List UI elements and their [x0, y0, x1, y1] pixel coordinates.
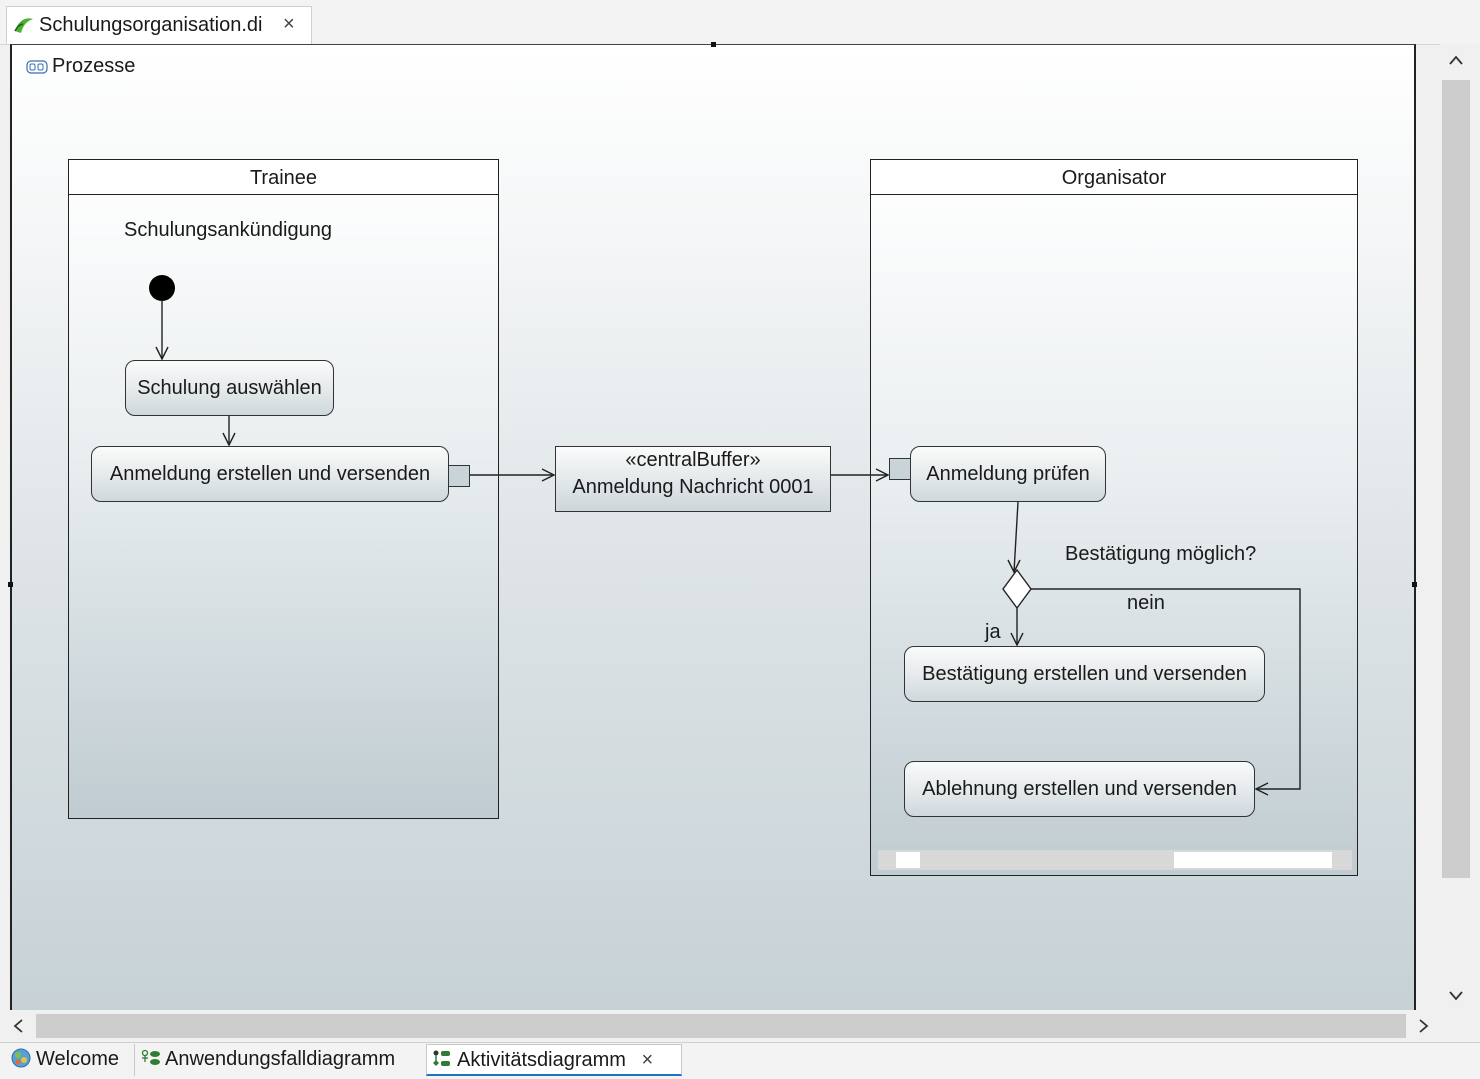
activity-icon: [26, 60, 48, 74]
selection-handle[interactable]: [711, 42, 716, 47]
vertical-scrollbar-thumb[interactable]: [1442, 80, 1470, 878]
scroll-right-icon[interactable]: [1416, 1016, 1432, 1036]
tab-label: Aktivitätsdiagramm: [457, 1049, 626, 1071]
tab-anwendungsfalldiagramm[interactable]: Anwendungsfalldiagramm: [134, 1044, 426, 1076]
partition-header: Organisator: [871, 160, 1357, 195]
tab-label: Anwendungsfalldiagramm: [165, 1048, 396, 1070]
central-buffer-node[interactable]: «centralBuffer» Anmeldung Nachricht 0001: [555, 446, 831, 512]
scrollbar-thumb[interactable]: [1174, 852, 1332, 868]
buffer-stereotype: «centralBuffer»: [625, 449, 761, 471]
initial-node[interactable]: [149, 275, 175, 301]
close-icon[interactable]: ×: [642, 1049, 654, 1071]
decision-label: Bestätigung möglich?: [1065, 543, 1257, 565]
selection-handle[interactable]: [1412, 582, 1417, 587]
scroll-left-icon[interactable]: [10, 1016, 26, 1036]
input-pin[interactable]: [889, 458, 911, 480]
close-icon[interactable]: ×: [283, 13, 295, 36]
scrollbar-segment: [896, 852, 920, 868]
action-bestaetigung-erstellen[interactable]: Bestätigung erstellen und versenden: [904, 646, 1265, 702]
output-pin[interactable]: [448, 465, 470, 487]
partition-header: Trainee: [69, 160, 498, 195]
papyrus-model-icon: [14, 18, 33, 33]
tab-aktivitaetsdiagramm[interactable]: Aktivitätsdiagramm ×: [426, 1044, 682, 1076]
activity-name-label: Prozesse: [52, 55, 136, 77]
tab-label: Welcome: [36, 1048, 119, 1070]
scroll-up-icon[interactable]: [1446, 52, 1466, 68]
action-anmeldung-pruefen[interactable]: Anmeldung prüfen: [910, 446, 1106, 502]
signal-label: Schulungsankündigung: [124, 219, 332, 241]
horizontal-scrollbar-thumb[interactable]: [36, 1014, 1406, 1038]
guard-yes-label: ja: [985, 621, 1001, 643]
action-ablehnung-erstellen[interactable]: Ablehnung erstellen und versenden: [904, 761, 1255, 817]
welcome-icon: [11, 1048, 31, 1068]
action-schulung-auswaehlen[interactable]: Schulung auswählen: [125, 360, 334, 416]
editor-tab-label: Schulungsorganisation.di: [39, 14, 263, 36]
action-anmeldung-erstellen[interactable]: Anmeldung erstellen und versenden: [91, 446, 449, 502]
selection-handle[interactable]: [8, 582, 13, 587]
guard-no-label: nein: [1127, 592, 1165, 614]
buffer-name: Anmeldung Nachricht 0001: [572, 476, 814, 498]
tab-welcome[interactable]: Welcome: [6, 1044, 134, 1076]
scroll-down-icon[interactable]: [1446, 988, 1466, 1004]
partition-scrollbar[interactable]: [878, 850, 1352, 870]
use-case-diagram-icon: [141, 1049, 160, 1065]
activity-name: Prozesse: [26, 55, 135, 78]
activity-diagram-icon: [433, 1050, 450, 1066]
editor-tab-schulungsorganisation[interactable]: Schulungsorganisation.di ×: [6, 6, 312, 44]
